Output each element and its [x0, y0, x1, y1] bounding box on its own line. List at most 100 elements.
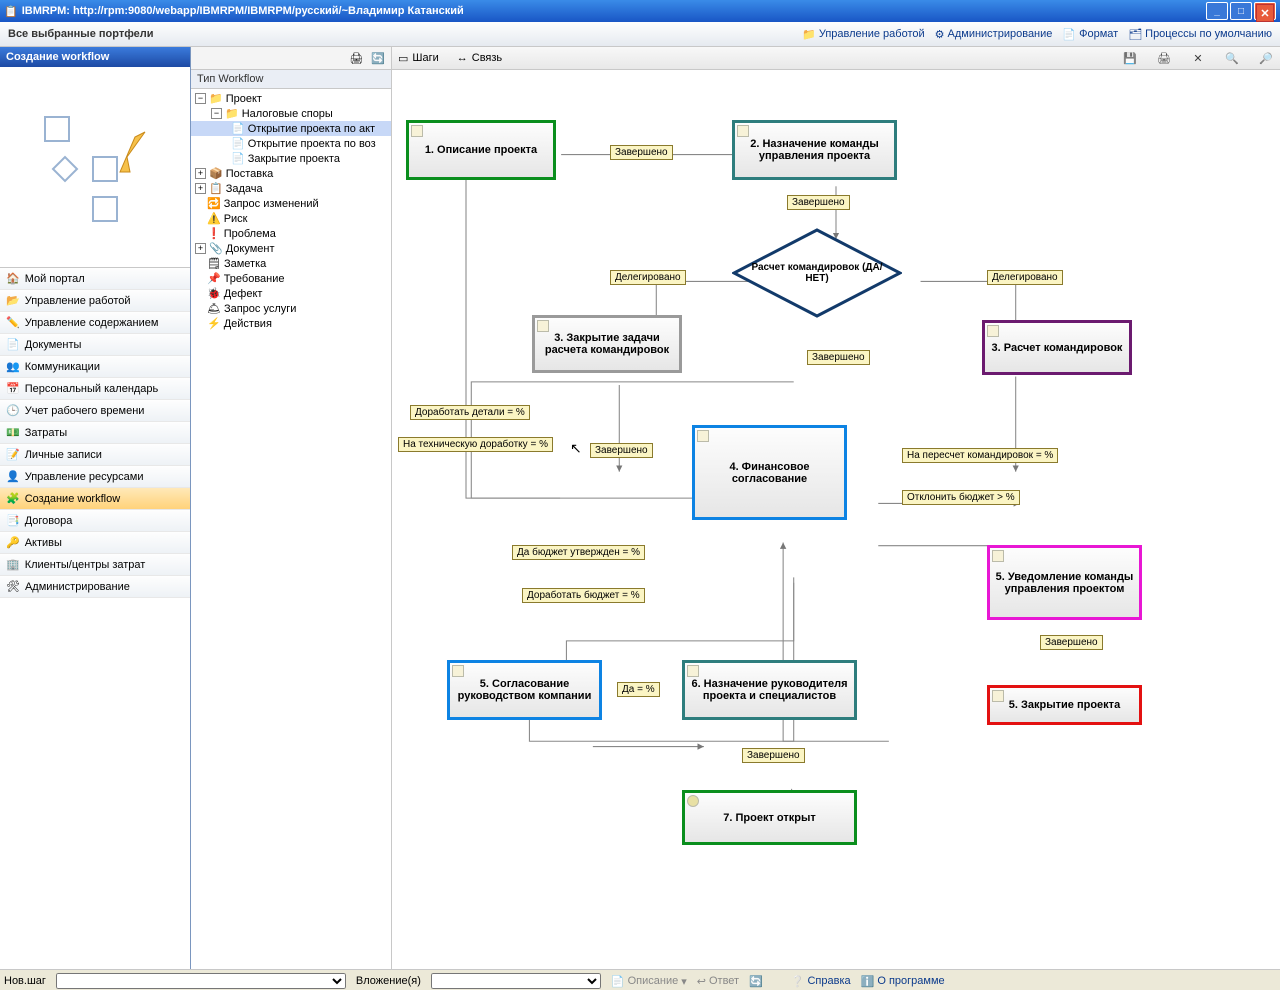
wf-icon: 📄 — [231, 122, 245, 135]
about-button[interactable]: ℹ️О программе — [861, 975, 945, 988]
nav-my-portal[interactable]: 🏠Мой портал — [0, 268, 190, 290]
node-2[interactable]: 2. Назначение команды управления проекта — [732, 120, 897, 180]
box-icon: 📦 — [209, 167, 223, 180]
menu-format[interactable]: 📄Формат — [1062, 28, 1118, 41]
folder-icon: 📁 — [802, 28, 816, 41]
node-7[interactable]: 7. Проект открыт — [682, 790, 857, 845]
link-button[interactable]: ↔Связь — [457, 52, 502, 64]
label-done-1: Завершено — [610, 145, 673, 160]
sidebar: Создание workflow 🏠Мой портал 📂Управлени… — [0, 47, 191, 969]
minimize-button[interactable]: _ — [1206, 2, 1228, 20]
tree-tax-item-2[interactable]: 📄 Закрытие проекта — [191, 151, 391, 166]
app-icon: 📋 — [4, 5, 18, 18]
risk-icon: ⚠️ — [207, 212, 221, 225]
label-tech-rework: На техническую доработку = % — [398, 437, 553, 452]
nav-costs[interactable]: 💵Затраты — [0, 422, 190, 444]
tree-requirement[interactable]: 📌 Требование — [191, 271, 391, 286]
refresh-icon[interactable]: 🔄 — [749, 975, 763, 988]
title-bar: 📋 IBMRPM: http://rpm:9080/webapp/IBMRPM/… — [0, 0, 1280, 22]
pin-icon — [687, 665, 699, 677]
menu-bar: Все выбранные портфели 📁Управление работ… — [0, 22, 1280, 47]
reply-button[interactable]: ↩Ответ — [697, 975, 739, 988]
print-icon[interactable]: 🖨 — [1156, 50, 1172, 66]
contract-icon: 📑 — [6, 514, 20, 527]
pin-icon — [992, 690, 1004, 702]
maximize-button[interactable]: □ — [1230, 2, 1252, 20]
node-5b[interactable]: 5. Уведомление команды управления проект… — [987, 545, 1142, 620]
label-reject-budget: Отклонить бюджет > % — [902, 490, 1020, 505]
node-5a[interactable]: 5. Согласование руководством компании — [447, 660, 602, 720]
attachments-label: Вложение(я) — [356, 975, 421, 987]
tree-change-request[interactable]: 🔁 Запрос изменений — [191, 196, 391, 211]
action-icon: ⚡ — [207, 317, 221, 330]
tree-actions[interactable]: ⚡ Действия — [191, 316, 391, 331]
nav-workflow-creation[interactable]: 🧩Создание workflow — [0, 488, 190, 510]
tree-toolbar: 🖨 🔄 — [191, 47, 391, 70]
menu-work-management[interactable]: 📁Управление работой — [802, 28, 925, 41]
info-icon: ℹ️ — [861, 975, 875, 988]
nav-work-management[interactable]: 📂Управление работой — [0, 290, 190, 312]
refresh-icon[interactable]: 🔄 — [371, 52, 385, 65]
pin-icon — [687, 795, 699, 807]
node-6[interactable]: 6. Назначение руководителя проекта и спе… — [682, 660, 857, 720]
zoom-out-icon[interactable]: 🔎 — [1258, 50, 1274, 66]
tree-defect[interactable]: 🐞 Дефект — [191, 286, 391, 301]
node-1[interactable]: 1. Описание проекта — [406, 120, 556, 180]
tree-note[interactable]: 🗒 Заметка — [191, 256, 391, 271]
tree-tax-item-0[interactable]: 📄 Открытие проекта по акт — [191, 121, 391, 136]
label-done-5: Завершено — [742, 748, 805, 763]
tree-problem[interactable]: ❗ Проблема — [191, 226, 391, 241]
sidebar-header: Создание workflow — [0, 47, 190, 67]
menu-administration[interactable]: ⚙Администрирование — [935, 28, 1053, 41]
nav-content-management[interactable]: ✏️Управление содержанием — [0, 312, 190, 334]
tree-tax-item-1[interactable]: 📄 Открытие проекта по воз — [191, 136, 391, 151]
help-button[interactable]: ❔Справка — [791, 975, 851, 988]
nav-clients-cost-centers[interactable]: 🏢Клиенты/центры затрат — [0, 554, 190, 576]
tree-document[interactable]: + 📎 Документ — [191, 241, 391, 256]
folder-icon: 📂 — [6, 294, 20, 307]
node-5c[interactable]: 5. Закрытие проекта — [987, 685, 1142, 725]
menu-default-processes[interactable]: 🗂Процессы по умолчанию — [1128, 28, 1272, 41]
zoom-in-icon[interactable]: 🔍 — [1224, 50, 1240, 66]
nav-personal-notes[interactable]: 📝Личные записи — [0, 444, 190, 466]
tree-task[interactable]: + 📋 Задача — [191, 181, 391, 196]
nav-assets[interactable]: 🔑Активы — [0, 532, 190, 554]
print-icon[interactable]: 🖨 — [349, 52, 363, 65]
node-4[interactable]: 4. Финансовое согласование — [692, 425, 847, 520]
workflow-canvas[interactable]: 1. Описание проекта 2. Назначение команд… — [392, 70, 1280, 969]
nav-documents[interactable]: 📄Документы — [0, 334, 190, 356]
link-icon: ↔ — [457, 52, 468, 64]
nav-communications[interactable]: 👥Коммуникации — [0, 356, 190, 378]
tree-title: Тип Workflow — [191, 70, 391, 89]
tree-pane: 🖨 🔄 Тип Workflow − 📁 Проект − 📁 Налоговы… — [191, 47, 392, 969]
tree-service-request[interactable]: 🛎 Запрос услуги — [191, 301, 391, 316]
nav-resource-management[interactable]: 👤Управление ресурсами — [0, 466, 190, 488]
tree-tax[interactable]: − 📁 Налоговые споры — [191, 106, 391, 121]
node-decision[interactable]: Расчет командировок (ДА/НЕТ) — [732, 228, 902, 318]
nav-personal-calendar[interactable]: 📅Персональный календарь — [0, 378, 190, 400]
portfolio-label[interactable]: Все выбранные портфели — [8, 28, 802, 40]
doc-icon: 📄 — [611, 975, 625, 988]
delete-icon[interactable]: ✕ — [1190, 50, 1206, 66]
pin-icon — [992, 550, 1004, 562]
steps-button[interactable]: ▭Шаги — [398, 52, 439, 65]
close-panel-button[interactable]: ✕ — [1256, 4, 1274, 22]
save-icon[interactable]: 💾 — [1122, 50, 1138, 66]
tree-project[interactable]: − 📁 Проект — [191, 91, 391, 106]
description-button[interactable]: 📄Описание ▾ — [611, 975, 687, 988]
node-3a[interactable]: 3. Закрытие задачи расчета командировок — [532, 315, 682, 373]
nav-administration[interactable]: 🛠Администрирование — [0, 576, 190, 598]
workflow-type-tree[interactable]: − 📁 Проект − 📁 Налоговые споры 📄 Открыти… — [191, 89, 391, 969]
tree-risk[interactable]: ⚠️ Риск — [191, 211, 391, 226]
workflow-preview — [0, 67, 190, 267]
money-icon: 💵 — [6, 426, 20, 439]
tree-delivery[interactable]: + 📦 Поставка — [191, 166, 391, 181]
nav-time-tracking[interactable]: 🕒Учет рабочего времени — [0, 400, 190, 422]
nav-contracts[interactable]: 📑Договора — [0, 510, 190, 532]
attachments-select[interactable] — [431, 973, 601, 989]
pin-icon — [452, 665, 464, 677]
calendar-icon: 📅 — [6, 382, 20, 395]
change-icon: 🔁 — [207, 197, 221, 210]
new-step-select[interactable] — [56, 973, 346, 989]
node-3b[interactable]: 3. Расчет командировок — [982, 320, 1132, 375]
